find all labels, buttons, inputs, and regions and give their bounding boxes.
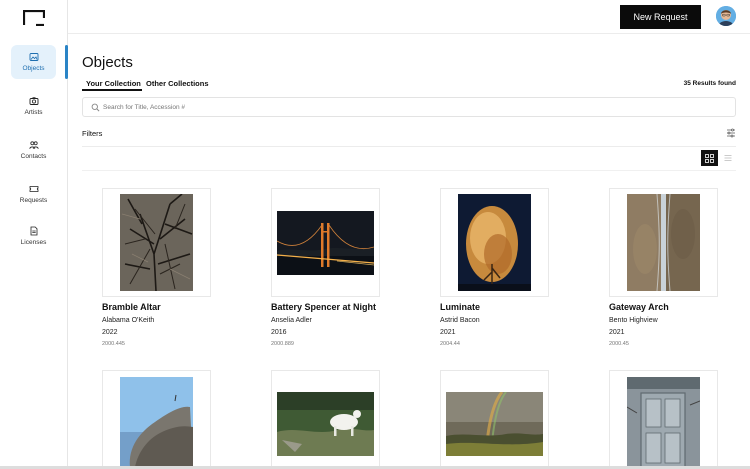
object-thumbnail[interactable] — [440, 188, 549, 297]
divider — [82, 170, 736, 171]
object-thumbnail[interactable] — [271, 188, 380, 297]
sidebar-item-label: Licenses — [20, 239, 47, 246]
sidebar-item-licenses[interactable]: Licenses — [11, 219, 56, 253]
artwork-image-goat — [277, 392, 374, 456]
grid-view-button[interactable] — [701, 150, 718, 166]
object-thumbnail[interactable] — [102, 370, 211, 469]
list-view-button[interactable] — [721, 150, 734, 166]
page-title: Objects — [82, 54, 133, 71]
object-year: 2021 — [440, 329, 456, 336]
object-title[interactable]: Bramble Altar — [102, 302, 161, 312]
object-thumbnail[interactable] — [271, 370, 380, 469]
object-artist: Bento Highview — [609, 317, 658, 324]
object-artist: Alabama O'Keith — [102, 317, 155, 324]
divider — [82, 146, 736, 147]
search-input[interactable] — [103, 100, 723, 115]
object-title[interactable]: Gateway Arch — [609, 302, 669, 312]
new-request-button[interactable]: New Request — [620, 5, 701, 29]
object-accession: 2000.45 — [609, 341, 629, 347]
object-thumbnail[interactable] — [609, 188, 718, 297]
sidebar-item-contacts[interactable]: Contacts — [11, 133, 56, 167]
document-icon — [30, 226, 37, 236]
sidebar-item-label: Artists — [24, 109, 43, 116]
app-logo-icon[interactable] — [23, 10, 45, 26]
sidebar-item-label: Objects — [22, 65, 45, 72]
object-year: 2016 — [271, 329, 287, 336]
artwork-image-arch — [627, 194, 700, 291]
results-count: 35 Results found — [683, 80, 736, 87]
object-accession: 2004.44 — [440, 341, 460, 347]
object-thumbnail[interactable] — [102, 188, 211, 297]
avatar[interactable] — [716, 6, 736, 26]
active-tab-underline — [82, 89, 142, 91]
object-accession: 2000.889 — [271, 341, 294, 347]
artwork-image-lit-tree — [458, 194, 531, 291]
artwork-image-door — [627, 377, 700, 467]
object-artist: Anselia Adler — [271, 317, 312, 324]
object-title[interactable]: Luminate — [440, 302, 480, 312]
tab-your-collection[interactable]: Your Collection — [86, 79, 141, 88]
artwork-image-bridge-night — [277, 210, 374, 275]
sidebar-item-objects[interactable]: Objects — [11, 45, 56, 79]
search-bar — [82, 97, 736, 117]
tab-other-collections[interactable]: Other Collections — [146, 79, 209, 88]
list-icon — [724, 155, 731, 161]
artwork-image-rock — [120, 377, 193, 467]
search-icon — [91, 103, 100, 112]
filters-label: Filters — [82, 129, 103, 138]
sidebar-item-artists[interactable]: Artists — [11, 89, 56, 123]
artwork-image-rainbow — [446, 392, 543, 456]
active-indicator — [65, 45, 68, 79]
object-thumbnail[interactable] — [609, 370, 718, 469]
people-icon — [28, 141, 39, 149]
object-year: 2022 — [102, 329, 118, 336]
object-title[interactable]: Battery Spencer at Night — [271, 302, 376, 312]
object-year: 2021 — [609, 329, 625, 336]
camera-icon — [29, 97, 38, 105]
sidebar: Objects Artists Contacts Requests Licens… — [0, 0, 68, 469]
ticket-icon — [29, 186, 38, 192]
object-thumbnail[interactable] — [440, 370, 549, 469]
grid-icon — [705, 153, 714, 163]
image-icon — [29, 53, 38, 61]
sliders-icon[interactable] — [726, 128, 736, 138]
sidebar-item-label: Contacts — [20, 153, 47, 160]
sidebar-item-requests[interactable]: Requests — [11, 177, 56, 211]
artwork-image-branches — [120, 194, 193, 291]
top-header: New Request — [68, 0, 750, 34]
object-accession: 2000.445 — [102, 341, 125, 347]
user-avatar-icon — [716, 6, 736, 26]
sidebar-item-label: Requests — [19, 197, 48, 204]
object-artist: Astrid Bacon — [440, 317, 480, 324]
